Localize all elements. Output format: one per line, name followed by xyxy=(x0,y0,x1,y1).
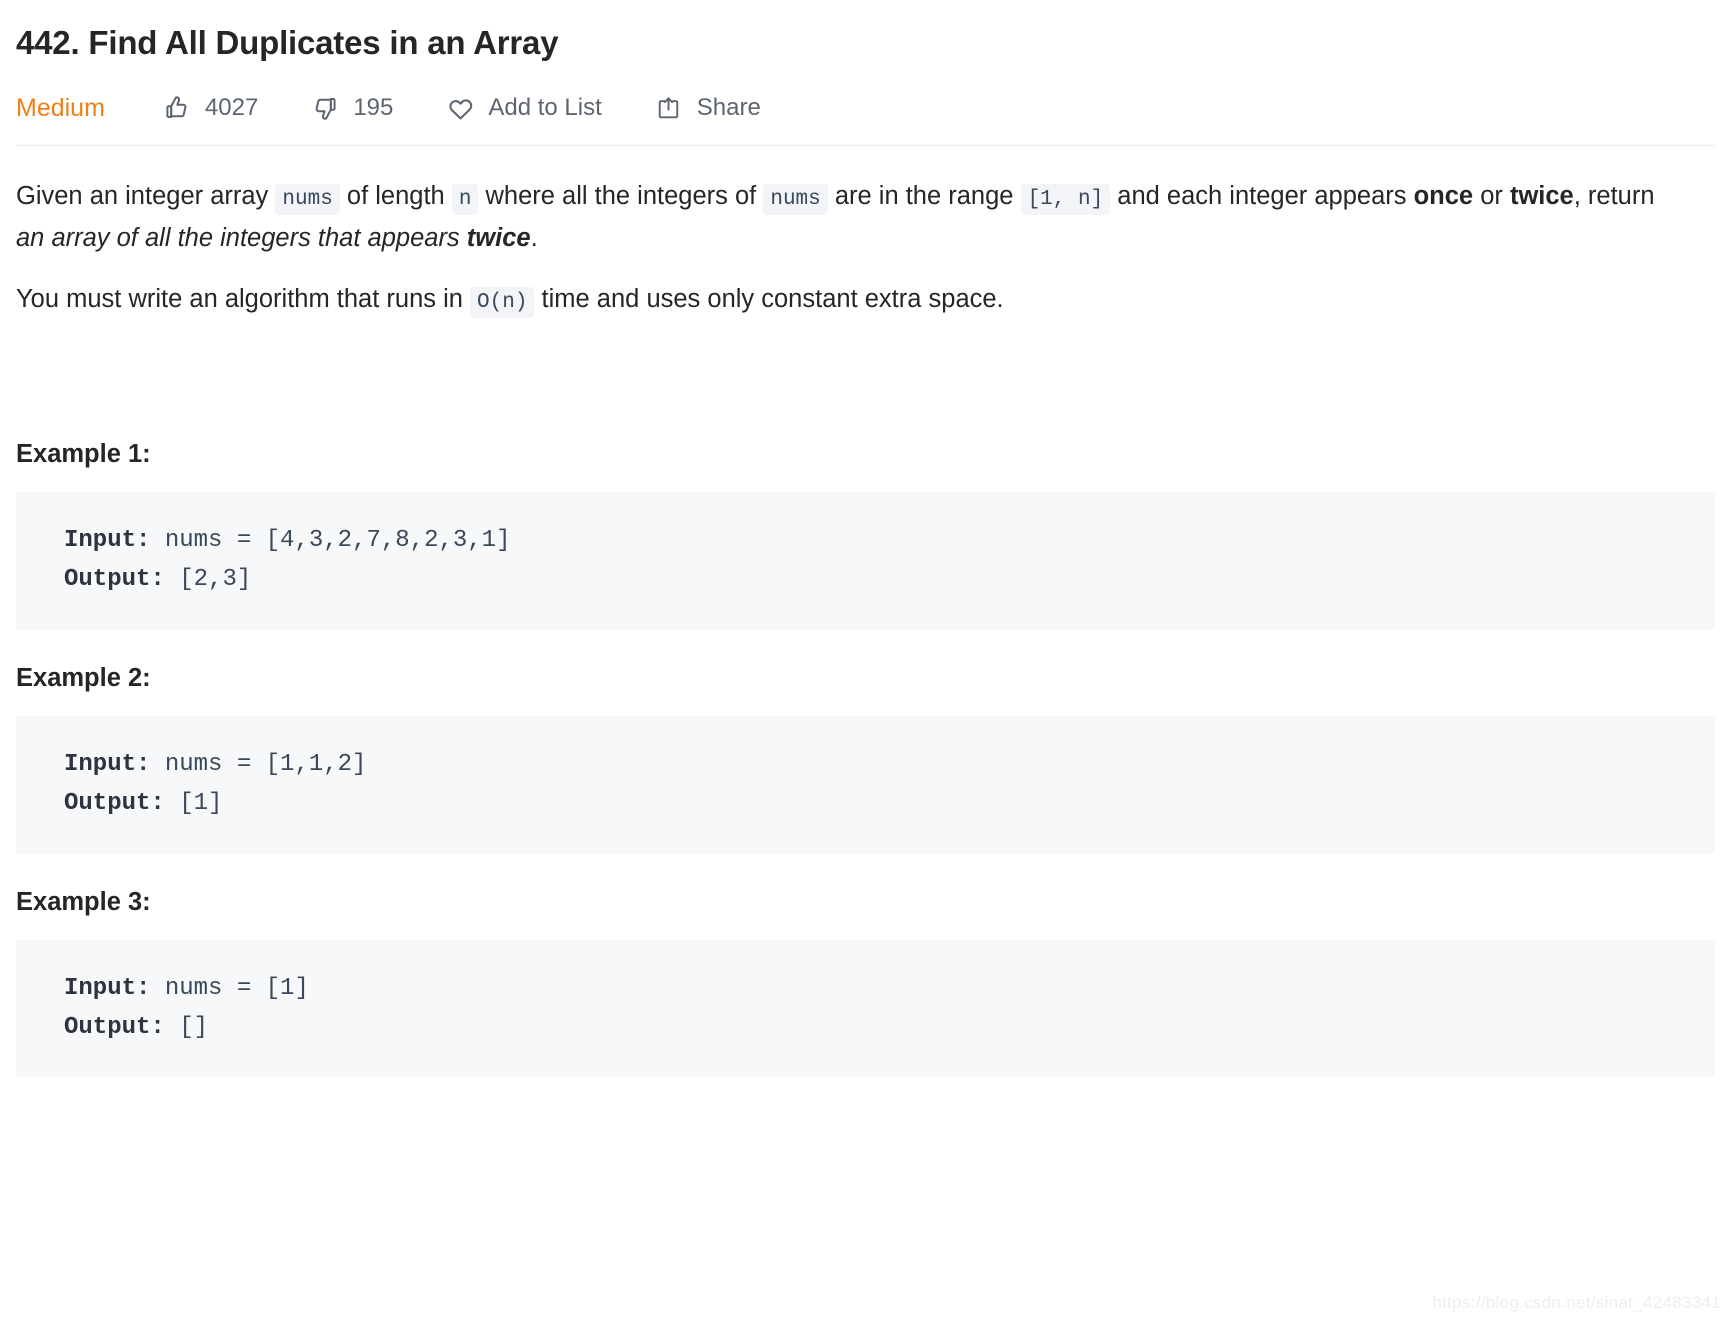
input-label: Input: xyxy=(64,750,151,778)
output-label: Output: xyxy=(64,789,165,817)
problem-content: Given an integer array nums of length n … xyxy=(16,146,1715,1078)
input-label: Input: xyxy=(64,527,151,555)
add-to-list-button[interactable]: Add to List xyxy=(445,93,602,123)
output-value: [2,3] xyxy=(164,566,252,594)
output-label: Output: xyxy=(64,566,165,594)
page-title: 442. Find All Duplicates in an Array xyxy=(16,24,559,61)
desc-text: , return xyxy=(1573,182,1655,211)
desc-text: You must write an algorithm that runs in xyxy=(16,284,471,313)
watermark: https://blog.csdn.net/sinat_42483341 xyxy=(1432,1293,1721,1312)
description-paragraph-2: You must write an algorithm that runs in… xyxy=(16,279,1676,320)
code-complexity: O(n) xyxy=(470,286,535,318)
like-count: 4027 xyxy=(204,94,259,122)
example-2: Example 2: Input: nums = [1,1,2] Output:… xyxy=(16,664,1715,854)
share-button[interactable]: Share xyxy=(654,93,761,123)
desc-bold-twice: twice xyxy=(1509,182,1574,211)
example-heading: Example 2: xyxy=(16,663,151,692)
desc-text: or xyxy=(1473,182,1510,211)
share-label: Share xyxy=(696,94,761,122)
like-button[interactable]: 4027 xyxy=(162,93,258,123)
example-code-block: Input: nums = [1] Output: [] xyxy=(16,939,1715,1078)
desc-text: of length xyxy=(339,182,452,211)
dislike-count: 195 xyxy=(353,94,394,122)
input-label: Input: xyxy=(64,974,151,1002)
desc-bold-once: once xyxy=(1413,182,1474,211)
example-3: Example 3: Input: nums = [1] Output: [] xyxy=(16,888,1715,1078)
problem-page: 442. Find All Duplicates in an Array Med… xyxy=(0,0,1733,1325)
output-value: [1] xyxy=(164,789,223,817)
example-1: Example 1: Input: nums = [4,3,2,7,8,2,3,… xyxy=(16,440,1715,630)
share-icon xyxy=(654,93,684,123)
thumbs-down-icon xyxy=(310,93,340,123)
description-paragraph-1: Given an integer array nums of length n … xyxy=(16,176,1676,259)
thumbs-up-icon xyxy=(162,93,192,123)
input-value: nums = [1,1,2] xyxy=(150,750,367,778)
desc-text: . xyxy=(530,223,538,252)
code-nums: nums xyxy=(275,184,340,216)
code-n: n xyxy=(451,184,479,216)
example-code-block: Input: nums = [4,3,2,7,8,2,3,1] Output: … xyxy=(16,492,1715,630)
dislike-button[interactable]: 195 xyxy=(310,93,393,123)
add-to-list-label: Add to List xyxy=(488,94,602,122)
desc-text: time and uses only constant extra space. xyxy=(534,284,1004,313)
example-heading: Example 3: xyxy=(16,887,151,916)
desc-text: Given an integer array xyxy=(16,182,276,211)
desc-text: where all the integers of xyxy=(478,182,764,211)
heart-icon xyxy=(445,93,475,123)
code-nums: nums xyxy=(763,184,828,216)
input-value: nums = [1] xyxy=(150,974,309,1002)
desc-text: and each integer appears xyxy=(1110,182,1414,211)
output-value: [] xyxy=(164,1013,209,1041)
desc-italic-return: an array of all the integers that appear… xyxy=(16,223,467,252)
desc-bolditalic-twice: twice xyxy=(466,223,531,252)
example-code-block: Input: nums = [1,1,2] Output: [1] xyxy=(16,715,1715,854)
desc-text: are in the range xyxy=(827,182,1021,211)
output-label: Output: xyxy=(64,1013,165,1041)
problem-meta-bar: Medium 4027 195 Add to List Share xyxy=(16,93,1715,147)
code-range: [1, n] xyxy=(1020,184,1111,216)
difficulty-badge: Medium xyxy=(16,93,105,122)
input-value: nums = [4,3,2,7,8,2,3,1] xyxy=(150,527,511,555)
example-heading: Example 1: xyxy=(16,440,151,469)
